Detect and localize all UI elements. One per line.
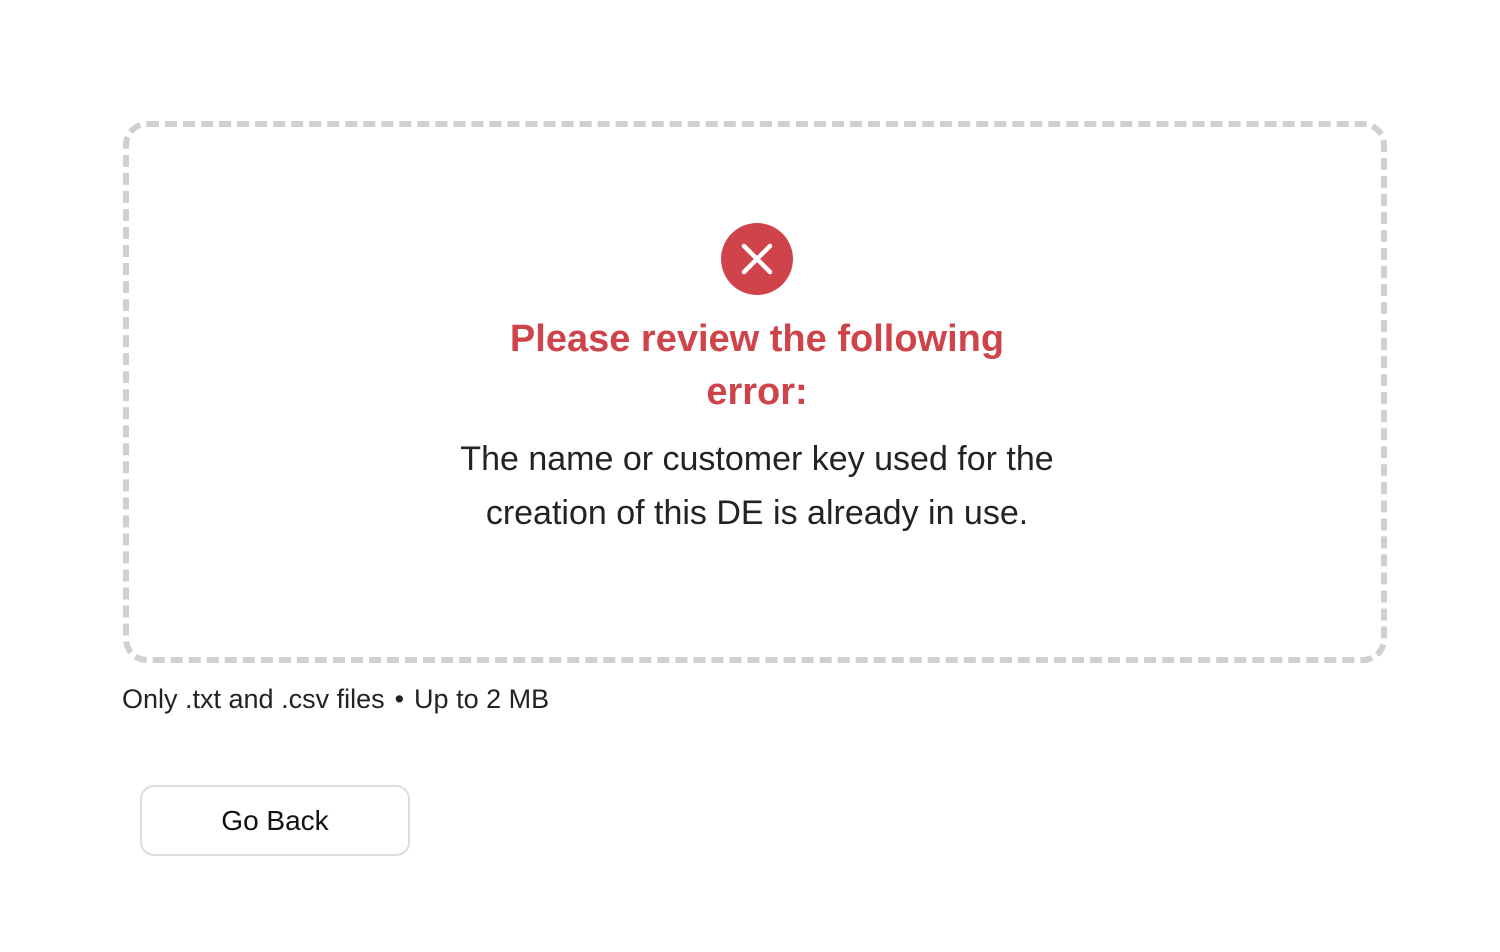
file-requirements-hint: Only .txt and .csv files • Up to 2 MB	[122, 681, 549, 717]
go-back-button[interactable]: Go Back	[140, 785, 410, 856]
file-size-limit-text: Up to 2 MB	[414, 684, 550, 714]
hint-separator: •	[394, 684, 405, 714]
error-message: The name or customer key used for the cr…	[460, 440, 1054, 532]
file-types-text: Only .txt and .csv files	[122, 684, 385, 714]
file-dropzone[interactable]: Please review the following error: The n…	[123, 121, 1387, 663]
error-x-circle-icon	[721, 223, 793, 295]
error-title: Please review the following error:	[509, 318, 1005, 413]
